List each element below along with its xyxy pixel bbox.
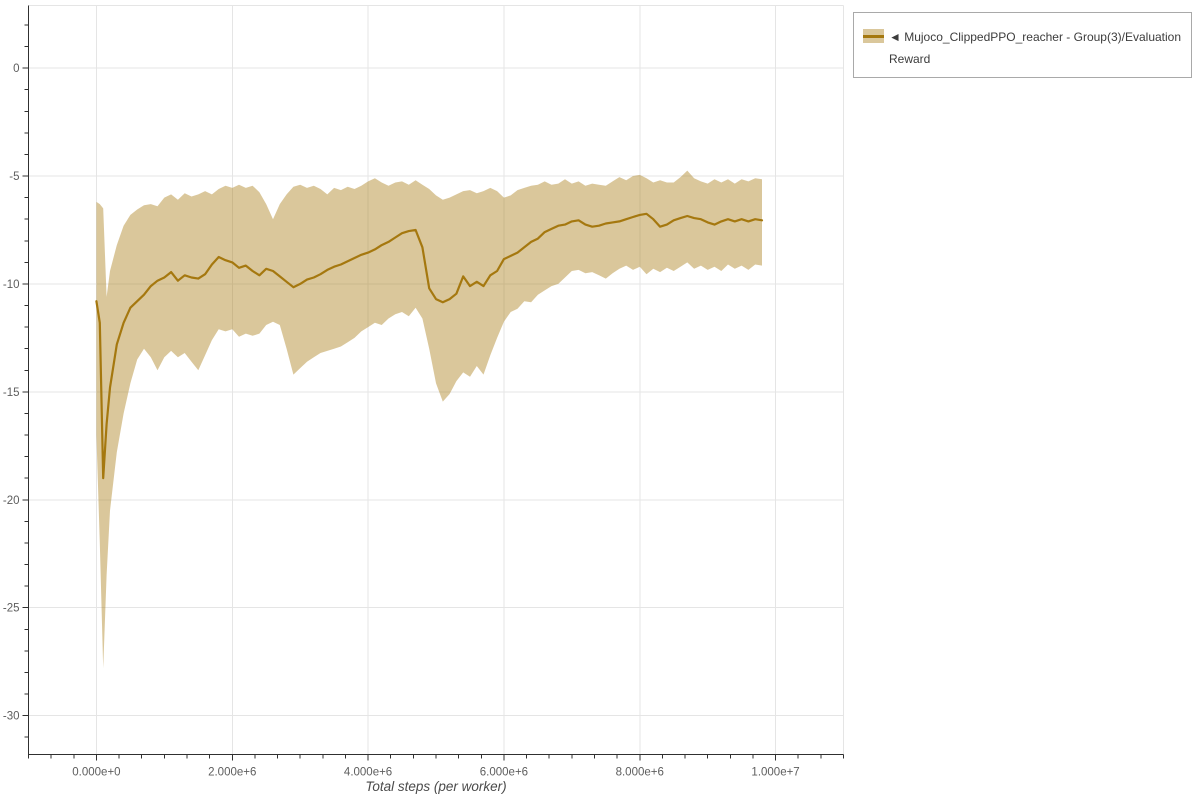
x-tick-label: 4.000e+6	[344, 767, 392, 779]
x-tick-label: 8.000e+6	[616, 767, 664, 779]
y-tick-label: -5	[9, 171, 19, 183]
series-swatch-icon	[863, 29, 884, 43]
y-tick-label: -15	[3, 387, 20, 399]
x-tick-label: 0.000e+0	[72, 767, 120, 779]
coach-dashboard-chart: 0.000e+0 2.000e+6 4.000e+6 6.000e+6 8.000e+6…	[0, 0, 1200, 800]
legend-label-line1: ◄ Mujoco_ClippedPPO_reacher - Group(3)/E…	[889, 30, 1182, 44]
x-axis-title: Total steps (per worker)	[365, 779, 507, 794]
series-line-icon	[863, 34, 884, 38]
y-tick-label: 0	[13, 63, 19, 75]
x-tick-label: 6.000e+6	[480, 767, 528, 779]
legend-label: ◄ Mujoco_ClippedPPO_reacher - Group(3)/E…	[889, 26, 1181, 70]
y-tick-label: -30	[3, 711, 20, 723]
y-tick-label: -20	[3, 495, 20, 507]
y-tick-label: -25	[3, 603, 20, 615]
x-tick-label: 1.000e+7	[751, 767, 799, 779]
legend-label-line2: Reward	[889, 52, 931, 66]
legend-item[interactable]: ◄ Mujoco_ClippedPPO_reacher - Group(3)/E…	[863, 26, 1181, 70]
reward-chart-canvas: 0.000e+0 2.000e+6 4.000e+6 6.000e+6 8.000e+6…	[3, 5, 844, 779]
x-tick-label: 2.000e+6	[208, 767, 256, 779]
y-tick-label: -10	[3, 279, 20, 291]
plot-area[interactable]	[29, 6, 844, 755]
legend: ◄ Mujoco_ClippedPPO_reacher - Group(3)/E…	[853, 12, 1192, 78]
